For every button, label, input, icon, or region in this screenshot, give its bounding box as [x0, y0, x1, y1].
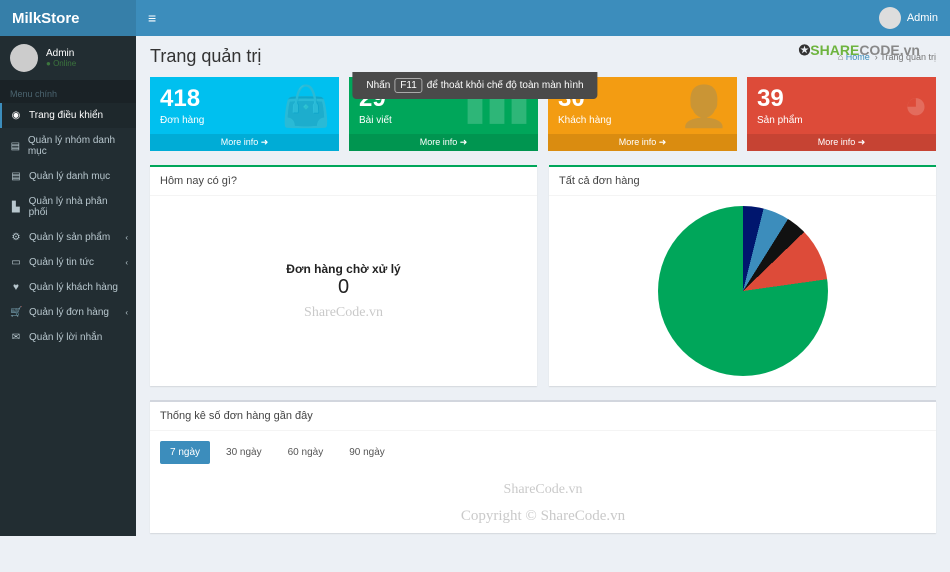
sidebar-username: Admin: [46, 48, 76, 59]
more-info-link[interactable]: More info ➜: [349, 134, 538, 151]
menu-label: Quản lý khách hàng: [29, 282, 118, 293]
sidebar-item-2[interactable]: ▤ Quản lý danh mục: [0, 164, 136, 189]
chevron-left-icon: ‹: [125, 308, 128, 317]
pending-value: 0: [338, 276, 349, 299]
page-title: Trang quản trị: [150, 46, 261, 67]
menu-label: Quản lý sản phẩm: [29, 232, 110, 243]
watermark: ShareCode.vn: [304, 305, 383, 321]
panel-recent: Thống kê số đơn hàng gần đây 7 ngày 30 ng…: [150, 400, 936, 533]
watermark-copyright: Copyright © ShareCode.vn: [158, 508, 928, 525]
stat-box-3: 39 Sản phẩm◕ More info ➜: [747, 77, 936, 151]
fullscreen-hint: Nhấn F11 để thoát khỏi chế độ toàn màn h…: [352, 72, 597, 99]
chevron-left-icon: ‹: [125, 258, 128, 267]
more-info-link[interactable]: More info ➜: [747, 134, 936, 151]
panel-today-title: Hôm nay có gì?: [150, 167, 537, 196]
menu-label: Trang điều khiển: [29, 110, 103, 121]
recent-tabs: 7 ngày 30 ngày 60 ngày90 ngày: [150, 431, 936, 474]
menu-label: Quản lý nhà phân phối: [29, 196, 126, 218]
menu-label: Quản lý tin tức: [29, 257, 94, 268]
menu-icon: ♥: [10, 282, 22, 293]
sidebar-menu: ◉Trang điều khiển▤Quản lý nhóm danh mục▤…: [0, 103, 136, 350]
navbar: ≡ Admin: [136, 0, 950, 36]
menu-label: Quản lý lời nhắn: [29, 332, 102, 343]
tab-60ngày[interactable]: 60 ngày: [278, 441, 334, 464]
content-area: Trang quản trị ⌂ Home › Trang quản trị 4…: [136, 36, 950, 536]
sidebar: Admin ● Online Menu chính ◉ Trang điều kh…: [0, 36, 136, 536]
key-f11: F11: [394, 78, 423, 93]
stat-bg-icon: ◕: [904, 83, 928, 128]
tab-90ngày[interactable]: 90 ngày: [339, 441, 395, 464]
sidebar-item-7[interactable]: 🛒 Quản lý đơn hàng ‹: [0, 300, 136, 325]
orders-pie-chart: [658, 206, 828, 376]
sidebar-item-8[interactable]: ✉ Quản lý lời nhắn: [0, 325, 136, 350]
user-menu[interactable]: Admin: [879, 7, 938, 29]
stat-bg-icon: 👜: [281, 83, 331, 130]
stat-value: 39: [757, 85, 926, 113]
sidebar-item-4[interactable]: ⚙ Quản lý sản phẩm ‹: [0, 225, 136, 250]
menu-label: Quản lý đơn hàng: [29, 307, 109, 318]
menu-icon: 🛒: [10, 307, 22, 318]
sidebar-status: ● Online: [46, 59, 76, 68]
panel-row: Hôm nay có gì? Đơn hàng chờ xử lý 0 Shar…: [150, 165, 936, 386]
menu-icon: ⚙: [10, 232, 22, 243]
header-username: Admin: [907, 12, 938, 24]
menu-icon: ▭: [10, 257, 22, 268]
menu-icon: ▤: [10, 141, 21, 152]
chevron-left-icon: ‹: [125, 233, 128, 242]
watermark: ShareCode.vn: [158, 482, 928, 498]
sidebar-item-6[interactable]: ♥ Quản lý khách hàng: [0, 275, 136, 300]
stat-bg-icon: 👤: [679, 83, 729, 130]
panel-orders-body: [549, 196, 936, 386]
stat-label: Sản phẩm: [757, 115, 926, 126]
sidebar-item-1[interactable]: ▤ Quản lý nhóm danh mục: [0, 128, 136, 164]
menu-icon: ▙: [10, 202, 22, 213]
panel-recent-title: Thống kê số đơn hàng gần đây: [150, 402, 936, 431]
menu-icon: ▤: [10, 171, 22, 182]
more-info-link[interactable]: More info ➜: [548, 134, 737, 151]
panel-today: Hôm nay có gì? Đơn hàng chờ xử lý 0 Shar…: [150, 165, 537, 386]
top-header: MilkStore ≡ Admin: [0, 0, 950, 36]
watermark-logo: ✪SHARECODE.vn: [799, 42, 920, 59]
sidebar-user-panel: Admin ● Online: [0, 36, 136, 81]
stat-box-0: 418Đơn hàng👜More info ➜: [150, 77, 339, 151]
panel-today-body: Đơn hàng chờ xử lý 0 ShareCode.vn: [150, 196, 537, 386]
sidebar-item-3[interactable]: ▙ Quản lý nhà phân phối: [0, 189, 136, 225]
menu-label: Quản lý nhóm danh mục: [28, 135, 126, 157]
menu-icon: ◉: [10, 110, 22, 121]
sidebar-item-5[interactable]: ▭ Quản lý tin tức ‹: [0, 250, 136, 275]
sidebar-toggle-icon[interactable]: ≡: [148, 10, 156, 26]
tab-7ngày[interactable]: 7 ngày: [160, 441, 210, 464]
more-info-link[interactable]: More info ➜: [150, 134, 339, 151]
menu-header: Menu chính: [0, 81, 136, 103]
brand-logo[interactable]: MilkStore: [0, 0, 136, 36]
panel-orders: Tất cả đơn hàng: [549, 165, 936, 386]
tab-30ngày[interactable]: 30 ngày: [216, 441, 272, 464]
menu-label: Quản lý danh mục: [29, 171, 110, 182]
menu-icon: ✉: [10, 332, 22, 343]
pending-label: Đơn hàng chờ xử lý: [286, 262, 400, 276]
sidebar-item-0[interactable]: ◉ Trang điều khiển: [0, 103, 136, 128]
panel-orders-title: Tất cả đơn hàng: [549, 167, 936, 196]
sidebar-avatar: [10, 44, 38, 72]
avatar: [879, 7, 901, 29]
